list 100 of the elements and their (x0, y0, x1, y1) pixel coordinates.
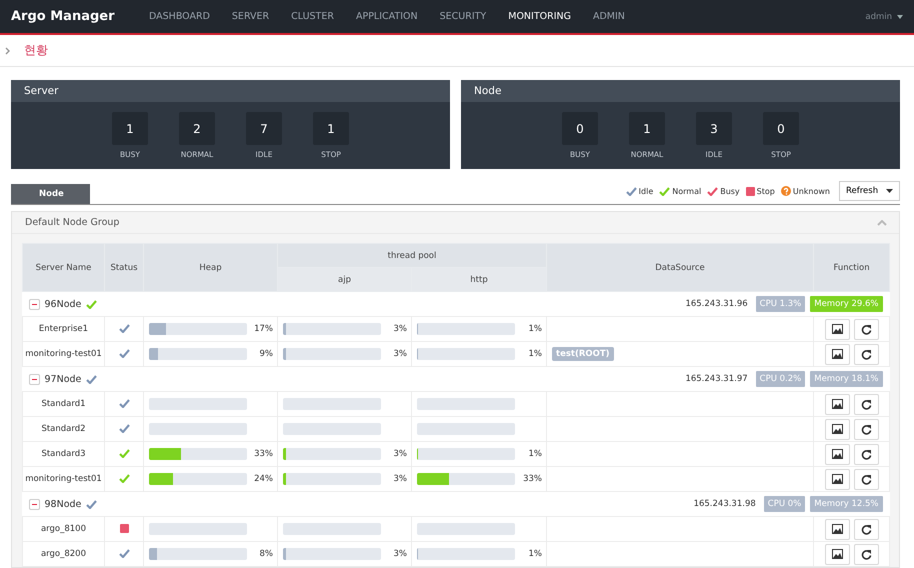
caret-icon (886, 189, 893, 193)
nav-link[interactable]: SECURITY (440, 11, 486, 22)
percent-text: 3% (392, 474, 407, 484)
refresh-icon (860, 324, 872, 334)
percent-text: 17% (253, 324, 273, 334)
percent-text: 3% (392, 349, 407, 359)
metric-badge: Memory 18.1% (810, 371, 883, 387)
percent-text: 3% (392, 324, 407, 334)
image-button[interactable] (824, 518, 850, 540)
image-button[interactable] (824, 544, 850, 564)
column-header: Status (104, 244, 144, 292)
nav-link[interactable]: MONITORING (508, 11, 571, 22)
check-icon (707, 186, 718, 196)
legend-label: Busy (720, 186, 740, 196)
column-header: thread pool (278, 244, 547, 268)
image-icon (832, 349, 843, 359)
refresh-button[interactable] (854, 518, 879, 540)
percent-text: 3% (392, 449, 407, 459)
percent-text: 1% (528, 324, 542, 334)
percent-text: 9% (258, 349, 273, 359)
page-title: 현황 (24, 42, 48, 59)
collapse-toggle[interactable] (28, 374, 40, 384)
check-icon (118, 424, 130, 434)
tab[interactable]: Node (11, 184, 90, 204)
metric-badge: CPU 1.3% (756, 296, 806, 312)
node-name: 96Node (44, 298, 82, 310)
check-icon (118, 474, 130, 484)
image-button[interactable] (824, 444, 850, 464)
column-header: http (412, 268, 547, 292)
image-icon (832, 424, 843, 434)
image-icon (832, 449, 843, 459)
refresh-button[interactable] (854, 344, 879, 364)
server-name: Standard1 (22, 392, 104, 416)
question-icon (780, 186, 791, 196)
metric-badge: Memory 12.5% (810, 496, 883, 512)
server-name: Enterprise1 (22, 316, 104, 342)
nav-link[interactable]: APPLICATION (356, 11, 418, 22)
server-name: argo_8200 (22, 542, 104, 566)
datasource-tag: test(ROOT) (552, 347, 614, 361)
group-title: Default Node Group (25, 217, 120, 228)
count-box: 7 (246, 112, 282, 145)
refresh-icon (860, 398, 872, 410)
legend-label: Unknown (792, 186, 830, 196)
refresh-icon (860, 448, 872, 460)
refresh-button[interactable] (854, 318, 879, 340)
percent-text: 1% (528, 349, 542, 359)
check-icon (86, 300, 98, 308)
metric-badge: CPU 0.2% (756, 371, 806, 387)
collapse-toggle[interactable] (28, 298, 40, 310)
image-button[interactable] (824, 468, 850, 490)
image-button[interactable] (824, 318, 850, 340)
nav-link[interactable]: DASHBOARD (149, 11, 210, 22)
count-box: 1 (112, 112, 148, 145)
column-header: Function (814, 244, 890, 292)
nav-link[interactable]: SERVER (232, 11, 270, 22)
stop-icon (120, 524, 128, 534)
count-box: 3 (696, 112, 732, 145)
column-header: Server Name (22, 244, 104, 292)
count-box: 1 (629, 112, 665, 145)
image-button[interactable] (824, 394, 850, 414)
refresh-dropdown[interactable]: Refresh (839, 181, 900, 201)
check-icon (118, 449, 130, 458)
stop-icon (746, 186, 755, 196)
image-icon (832, 474, 843, 484)
node-name: 98Node (44, 498, 82, 510)
ip-address: 165.243.31.98 (694, 499, 756, 509)
image-button[interactable] (824, 344, 850, 364)
count-box: 0 (562, 112, 598, 145)
metric-badge: Memory 29.6% (810, 296, 883, 312)
percent-text: 8% (258, 549, 273, 559)
check-icon (659, 186, 670, 196)
ip-address: 165.243.31.96 (685, 299, 748, 309)
nav-link[interactable]: ADMIN (592, 11, 625, 22)
check-icon (118, 324, 130, 334)
refresh-button[interactable] (854, 468, 879, 490)
refresh-button[interactable] (854, 394, 879, 414)
app-title: Argo Manager (11, 9, 116, 24)
caret-icon (897, 14, 903, 18)
refresh-button[interactable] (854, 544, 879, 564)
percent-text: 33% (253, 449, 273, 459)
user-menu[interactable]: admin (865, 12, 903, 22)
panel-title: Node (474, 85, 502, 97)
image-button[interactable] (824, 418, 850, 440)
refresh-icon (860, 524, 872, 534)
check-icon (86, 374, 98, 384)
nav-link[interactable]: CLUSTER (291, 11, 334, 22)
check-icon (118, 549, 130, 558)
check-icon (626, 186, 637, 196)
refresh-button[interactable] (854, 444, 879, 464)
percent-text: 1% (528, 449, 542, 459)
refresh-icon (860, 474, 872, 484)
percent-text: 1% (528, 549, 542, 559)
column-header: Heap (144, 244, 278, 292)
count-box: 2 (179, 112, 215, 145)
chevron-icon[interactable] (5, 46, 10, 54)
server-name: Standard2 (22, 416, 104, 442)
collapse-toggle[interactable] (28, 498, 40, 510)
refresh-button[interactable] (854, 418, 879, 440)
check-icon (86, 500, 98, 508)
image-icon (832, 399, 843, 409)
